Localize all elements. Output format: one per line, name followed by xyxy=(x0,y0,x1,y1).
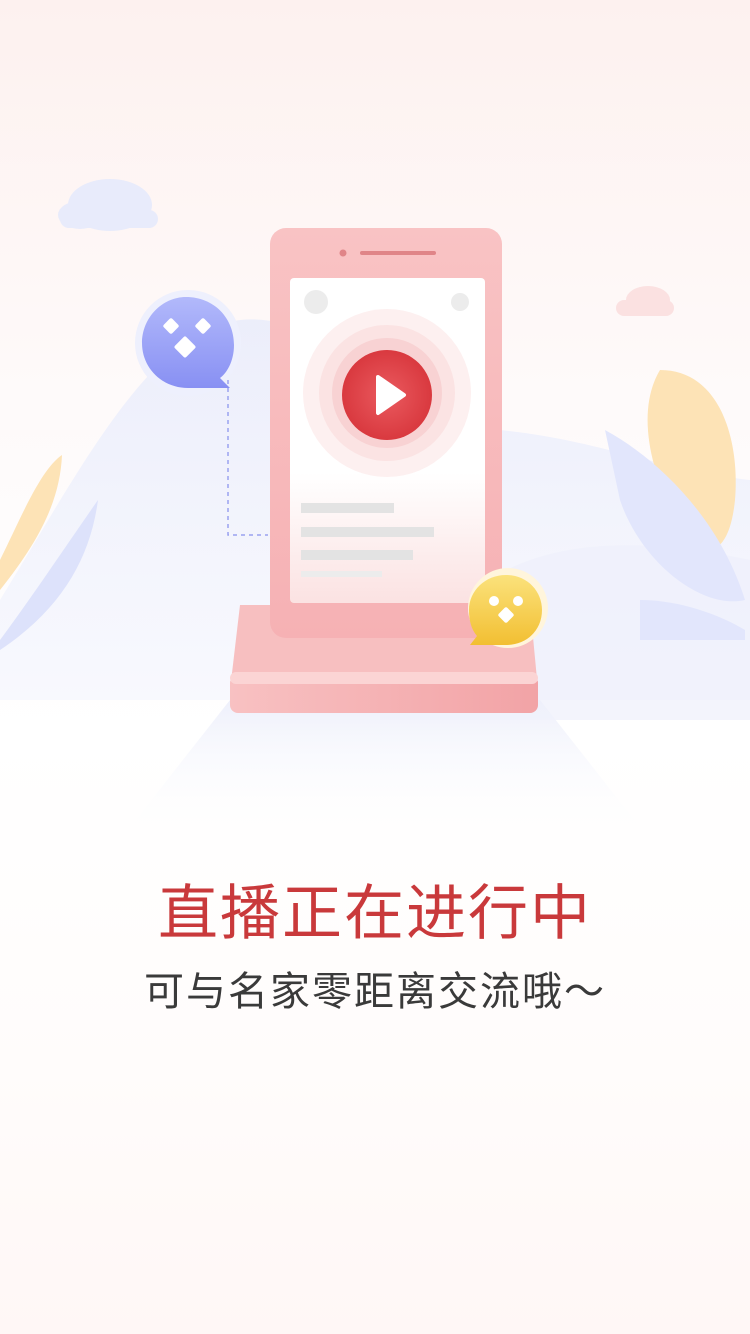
live-illustration xyxy=(0,179,750,840)
headline: 直播正在进行中 xyxy=(158,879,592,949)
subheadline: 可与名家零距离交流哦～ xyxy=(144,969,606,1015)
cloud-icon xyxy=(616,286,674,316)
chat-bubble-yellow-icon xyxy=(468,568,548,648)
phone xyxy=(270,228,502,638)
cloud-icon xyxy=(58,179,158,231)
light-beam xyxy=(120,700,650,840)
chat-bubble-blue-icon xyxy=(135,290,241,396)
